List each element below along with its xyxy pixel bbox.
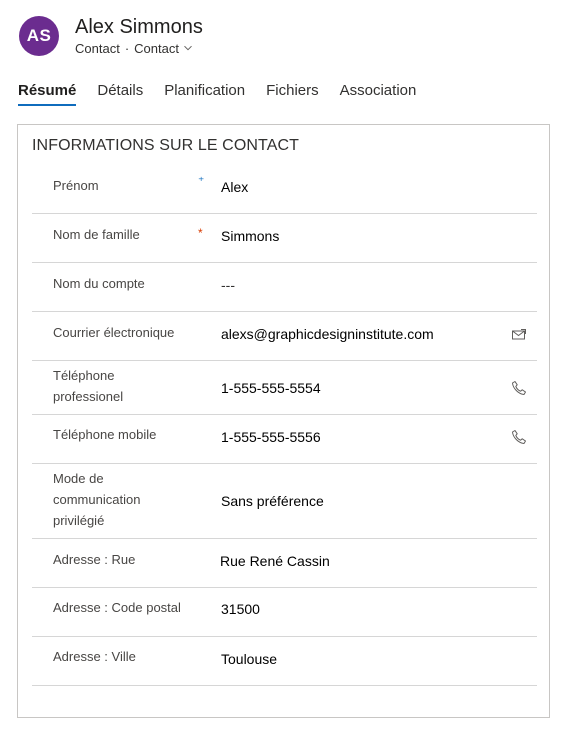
field-row-email: Courrier électronique alexs@graphicdesig… xyxy=(32,312,537,361)
tab-resume[interactable]: Résumé xyxy=(18,82,77,106)
last-name-field[interactable]: Simmons xyxy=(221,226,279,246)
field-label: Téléphone mobile xyxy=(53,427,157,442)
title-block: Alex Simmons Contact · Contact xyxy=(75,15,203,56)
business-phone-field[interactable]: 1-555-555-5554 xyxy=(221,378,321,398)
field-label: Téléphone professionel xyxy=(53,368,124,404)
mail-icon[interactable] xyxy=(511,327,527,343)
tab-association[interactable]: Association xyxy=(340,82,417,105)
field-row-first-name: Prénom ⁺ Alex xyxy=(32,165,537,214)
field-label: Nom de famille xyxy=(53,227,140,242)
field-row-street: Adresse : Rue Rue René Cassin xyxy=(32,539,537,588)
field-row-mobile-phone: Téléphone mobile 1-555-555-5556 xyxy=(32,415,537,464)
field-row-last-name: Nom de famille * Simmons xyxy=(32,214,537,263)
postal-code-field[interactable]: 31500 xyxy=(221,599,260,619)
avatar: AS xyxy=(19,16,59,56)
field-row-account-name: Nom du compte --- xyxy=(32,263,537,312)
contact-info-section: INFORMATIONS SUR LE CONTACT Prénom ⁺ Ale… xyxy=(17,124,550,718)
field-label: Courrier électronique xyxy=(53,325,175,340)
first-name-field[interactable]: Alex xyxy=(221,177,248,197)
field-row-city: Adresse : Ville Toulouse xyxy=(32,637,537,686)
field-label: Mode de communication privilégié xyxy=(53,471,141,528)
tab-details[interactable]: Détails xyxy=(97,82,143,105)
tab-planification[interactable]: Planification xyxy=(164,82,245,105)
field-label: Adresse : Rue xyxy=(53,552,136,567)
preferred-contact-field[interactable]: Sans préférence xyxy=(221,491,324,511)
field-label: Nom du compte xyxy=(53,276,145,291)
tab-fichiers[interactable]: Fichiers xyxy=(266,82,319,105)
entity-name: Contact xyxy=(75,40,120,56)
section-title: INFORMATIONS SUR LE CONTACT xyxy=(32,137,300,154)
field-row-preferred-contact: Mode de communication privilégié Sans pr… xyxy=(32,464,537,539)
recommended-indicator: ⁺ xyxy=(198,174,205,188)
record-header: AS Alex Simmons Contact · Contact xyxy=(19,16,203,56)
record-subtitle: Contact · Contact xyxy=(75,41,203,56)
field-row-business-phone: Téléphone professionel 1-555-555-5554 xyxy=(32,361,537,415)
city-field[interactable]: Toulouse xyxy=(221,649,277,669)
account-name-field[interactable]: --- xyxy=(221,275,235,295)
phone-icon[interactable] xyxy=(511,429,527,445)
field-label: Prénom xyxy=(53,178,99,193)
separator-dot: · xyxy=(124,40,130,56)
required-indicator: * xyxy=(198,226,203,240)
email-field[interactable]: alexs@graphicdesigninstitute.com xyxy=(221,324,434,344)
form-name: Contact xyxy=(134,40,179,56)
street-field[interactable]: Rue René Cassin xyxy=(220,551,330,571)
mobile-phone-field[interactable]: 1-555-555-5556 xyxy=(221,427,321,447)
field-row-postal-code: Adresse : Code postal 31500 xyxy=(32,588,537,637)
field-label: Adresse : Code postal xyxy=(53,600,181,615)
form-selector[interactable]: Contact xyxy=(134,41,193,56)
field-list: Prénom ⁺ Alex Nom de famille * Simmons N… xyxy=(32,165,537,686)
field-label: Adresse : Ville xyxy=(53,649,136,664)
chevron-down-icon xyxy=(183,41,193,56)
tab-list: Résumé Détails Planification Fichiers As… xyxy=(18,82,437,106)
page-title: Alex Simmons xyxy=(75,15,203,38)
phone-icon[interactable] xyxy=(511,380,527,396)
